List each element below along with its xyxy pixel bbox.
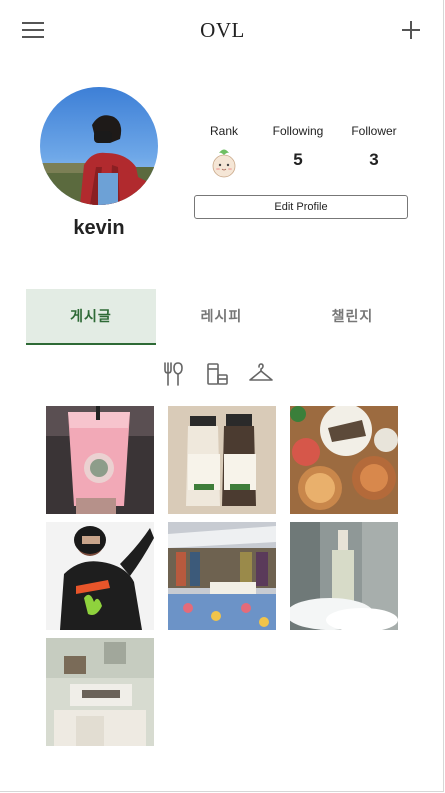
edit-profile-button[interactable]: Edit Profile — [194, 195, 408, 219]
rank-label: Rank — [209, 124, 238, 138]
post-grid — [46, 406, 398, 746]
rank-character-icon — [212, 149, 236, 178]
tab-recipes[interactable]: 레시피 — [156, 289, 287, 345]
post-thumbnail-milk-bottles[interactable] — [168, 406, 276, 514]
following-label: Following — [272, 124, 324, 138]
tab-challenges[interactable]: 챌린지 — [287, 289, 418, 345]
food-utensils-icon[interactable] — [160, 361, 186, 387]
username: kevin — [73, 217, 125, 239]
plus-icon[interactable] — [402, 21, 420, 39]
post-thumbnail-market-stall[interactable] — [168, 522, 276, 630]
category-filter — [160, 360, 274, 388]
tab-posts[interactable]: 게시글 — [26, 289, 156, 345]
following-count: 5 — [293, 150, 303, 169]
rank-stat: Rank — [196, 124, 252, 178]
follower-label: Follower — [351, 124, 397, 138]
follower-count: 3 — [369, 150, 379, 169]
post-thumbnail-person[interactable] — [46, 522, 154, 630]
follower-stat[interactable]: Follower 3 — [344, 124, 404, 170]
avatar[interactable] — [40, 87, 158, 205]
profile-tabs: 게시글 레시피 챌린지 — [26, 289, 418, 345]
following-stat[interactable]: Following 5 — [268, 124, 328, 170]
post-thumbnail-cosmetic-bottle[interactable] — [290, 522, 398, 630]
post-thumbnail-food-dishes[interactable] — [290, 406, 398, 514]
post-thumbnail-pink-drink[interactable] — [46, 406, 154, 514]
drink-cup-icon[interactable] — [204, 361, 230, 387]
app-title: OVL — [200, 18, 245, 42]
post-thumbnail-bathroom-sign[interactable] — [46, 638, 154, 746]
clothes-hanger-icon[interactable] — [248, 361, 274, 387]
